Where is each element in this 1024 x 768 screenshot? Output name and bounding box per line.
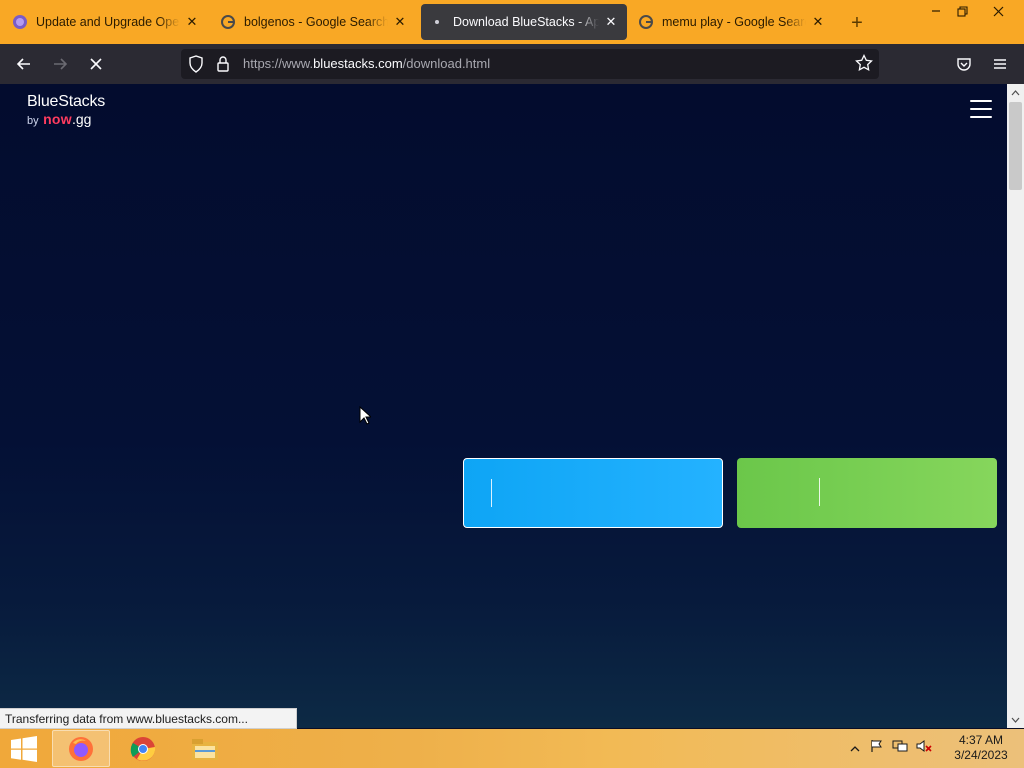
action-center-flag-icon[interactable] bbox=[870, 739, 884, 758]
tab-strip: Update and Upgrade Open G ✕ bolgenos - G… bbox=[0, 0, 1024, 44]
back-arrow-icon[interactable] bbox=[10, 50, 38, 78]
windows-taskbar: 4:37 AM 3/24/2023 bbox=[0, 729, 1024, 768]
network-icon[interactable] bbox=[892, 739, 908, 758]
download-button-blue[interactable] bbox=[463, 458, 723, 528]
url-prefix: https://www. bbox=[243, 56, 314, 71]
app-menu-icon[interactable] bbox=[986, 50, 1014, 78]
lock-icon[interactable] bbox=[216, 55, 230, 78]
system-tray bbox=[850, 729, 932, 768]
loading-dot-icon bbox=[429, 14, 445, 30]
firefox-icon[interactable] bbox=[52, 730, 110, 767]
google-icon bbox=[638, 14, 654, 30]
tab-bolgenos[interactable]: bolgenos - Google Search ✕ bbox=[212, 4, 416, 40]
address-bar[interactable]: https://www.bluestacks.com/download.html bbox=[181, 49, 879, 79]
tracking-shield-icon[interactable] bbox=[188, 55, 204, 78]
taskbar-clock[interactable]: 4:37 AM 3/24/2023 bbox=[950, 733, 1012, 763]
close-icon[interactable]: ✕ bbox=[810, 14, 826, 30]
navigation-toolbar: https://www.bluestacks.com/download.html bbox=[0, 44, 1024, 84]
logo-brand: BlueStacks bbox=[27, 93, 106, 110]
tab-title: Update and Upgrade Open G bbox=[36, 15, 180, 29]
logo-by: by bbox=[27, 115, 39, 127]
openguru-icon bbox=[12, 14, 28, 30]
scrollbar-thumb[interactable] bbox=[1009, 102, 1022, 190]
logo-now: now bbox=[43, 111, 72, 127]
url-path: /download.html bbox=[402, 56, 491, 71]
download-button-green[interactable] bbox=[737, 458, 997, 528]
clock-date: 3/24/2023 bbox=[954, 748, 1008, 762]
scroll-down-arrow-icon[interactable] bbox=[1010, 714, 1021, 725]
loading-placeholder-bar bbox=[491, 479, 492, 507]
logo-gg: .gg bbox=[71, 111, 92, 127]
windows-start-icon[interactable] bbox=[6, 734, 42, 764]
close-icon[interactable]: ✕ bbox=[184, 14, 200, 30]
pocket-icon[interactable] bbox=[950, 50, 978, 78]
new-tab-plus-icon[interactable]: + bbox=[846, 12, 868, 34]
page-viewport: BlueStacks by now.gg bbox=[0, 84, 1007, 728]
show-hidden-icons-chevron-icon[interactable] bbox=[850, 740, 860, 758]
volume-muted-icon[interactable] bbox=[916, 739, 932, 758]
tab-update-upgrade[interactable]: Update and Upgrade Open G ✕ bbox=[4, 4, 208, 40]
site-menu-hamburger-icon[interactable] bbox=[970, 100, 992, 118]
tab-title: memu play - Google Search bbox=[662, 15, 806, 29]
window-close-icon[interactable] bbox=[982, 0, 1014, 22]
bookmark-star-icon[interactable] bbox=[855, 53, 873, 77]
chrome-icon[interactable] bbox=[114, 730, 172, 767]
status-bar: Transferring data from www.bluestacks.co… bbox=[0, 708, 297, 729]
stop-loading-icon[interactable] bbox=[82, 50, 110, 78]
restore-icon[interactable] bbox=[946, 0, 978, 22]
close-icon[interactable]: ✕ bbox=[392, 14, 408, 30]
bluestacks-logo[interactable]: BlueStacks by now.gg bbox=[27, 93, 105, 129]
tab-title: Download BlueStacks - App P bbox=[453, 15, 599, 29]
close-icon[interactable]: ✕ bbox=[603, 14, 619, 30]
forward-arrow-icon[interactable] bbox=[46, 50, 74, 78]
url-text: https://www.bluestacks.com/download.html bbox=[243, 56, 490, 71]
google-icon bbox=[220, 14, 236, 30]
url-domain: bluestacks.com bbox=[313, 56, 403, 71]
tab-download-bluestacks[interactable]: Download BlueStacks - App P ✕ bbox=[421, 4, 627, 40]
file-explorer-icon[interactable] bbox=[176, 730, 234, 767]
loading-placeholder-bar bbox=[819, 478, 820, 506]
tab-memu-play[interactable]: memu play - Google Search ✕ bbox=[630, 4, 834, 40]
mouse-cursor-icon bbox=[359, 405, 373, 425]
scroll-up-arrow-icon[interactable] bbox=[1010, 87, 1021, 98]
clock-time: 4:37 AM bbox=[958, 733, 1004, 747]
vertical-scrollbar[interactable] bbox=[1007, 84, 1024, 728]
tab-title: bolgenos - Google Search bbox=[244, 15, 388, 29]
